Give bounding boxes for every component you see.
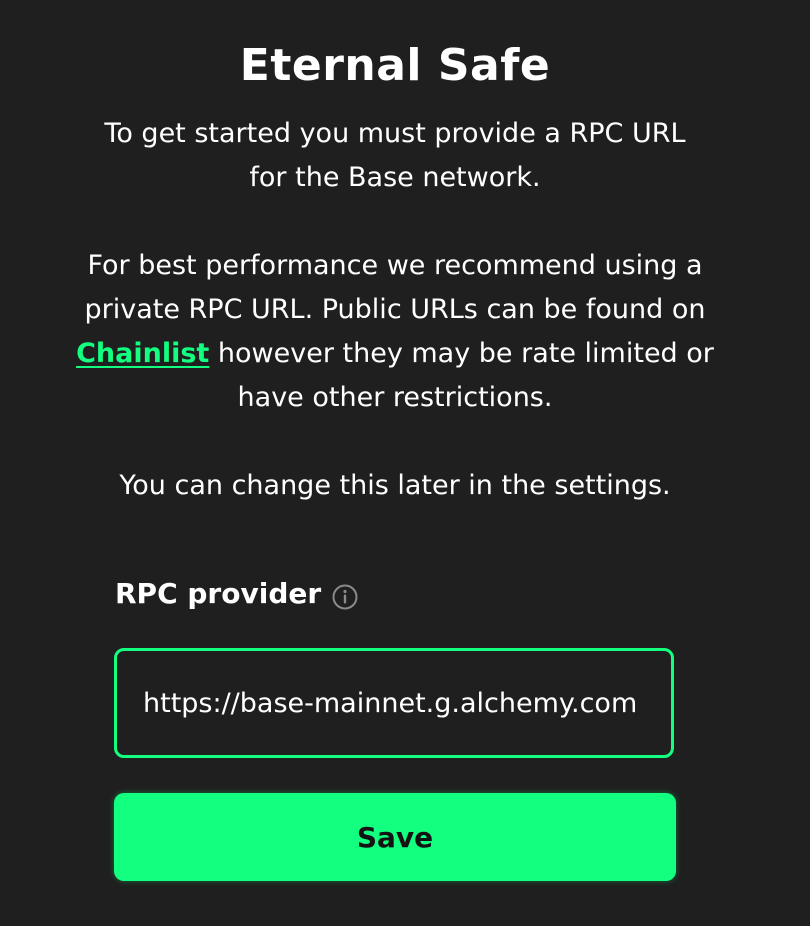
rpc-url-input[interactable]	[117, 651, 671, 755]
intro-line-2: for the Base network.	[249, 162, 541, 193]
save-button[interactable]: Save	[114, 793, 676, 881]
rpc-input-wrapper	[114, 648, 674, 758]
performance-text-before: For best performance we recommend using …	[84, 250, 706, 325]
rpc-provider-label-row: RPC provider	[115, 574, 359, 614]
performance-text: For best performance we recommend using …	[60, 244, 730, 420]
info-circle-icon[interactable]	[331, 582, 359, 610]
rpc-provider-label: RPC provider	[115, 577, 322, 610]
page-title: Eternal Safe	[239, 40, 551, 91]
intro-text: To get started you must provide a RPC UR…	[60, 112, 730, 200]
performance-text-after: however they may be rate limited or have…	[209, 338, 714, 413]
chainlist-link[interactable]: Chainlist	[76, 338, 209, 369]
rpc-setup-page: Eternal Safe To get started you must pro…	[0, 0, 810, 926]
settings-note: You can change this later in the setting…	[119, 470, 671, 501]
intro-line-1: To get started you must provide a RPC UR…	[104, 118, 686, 149]
